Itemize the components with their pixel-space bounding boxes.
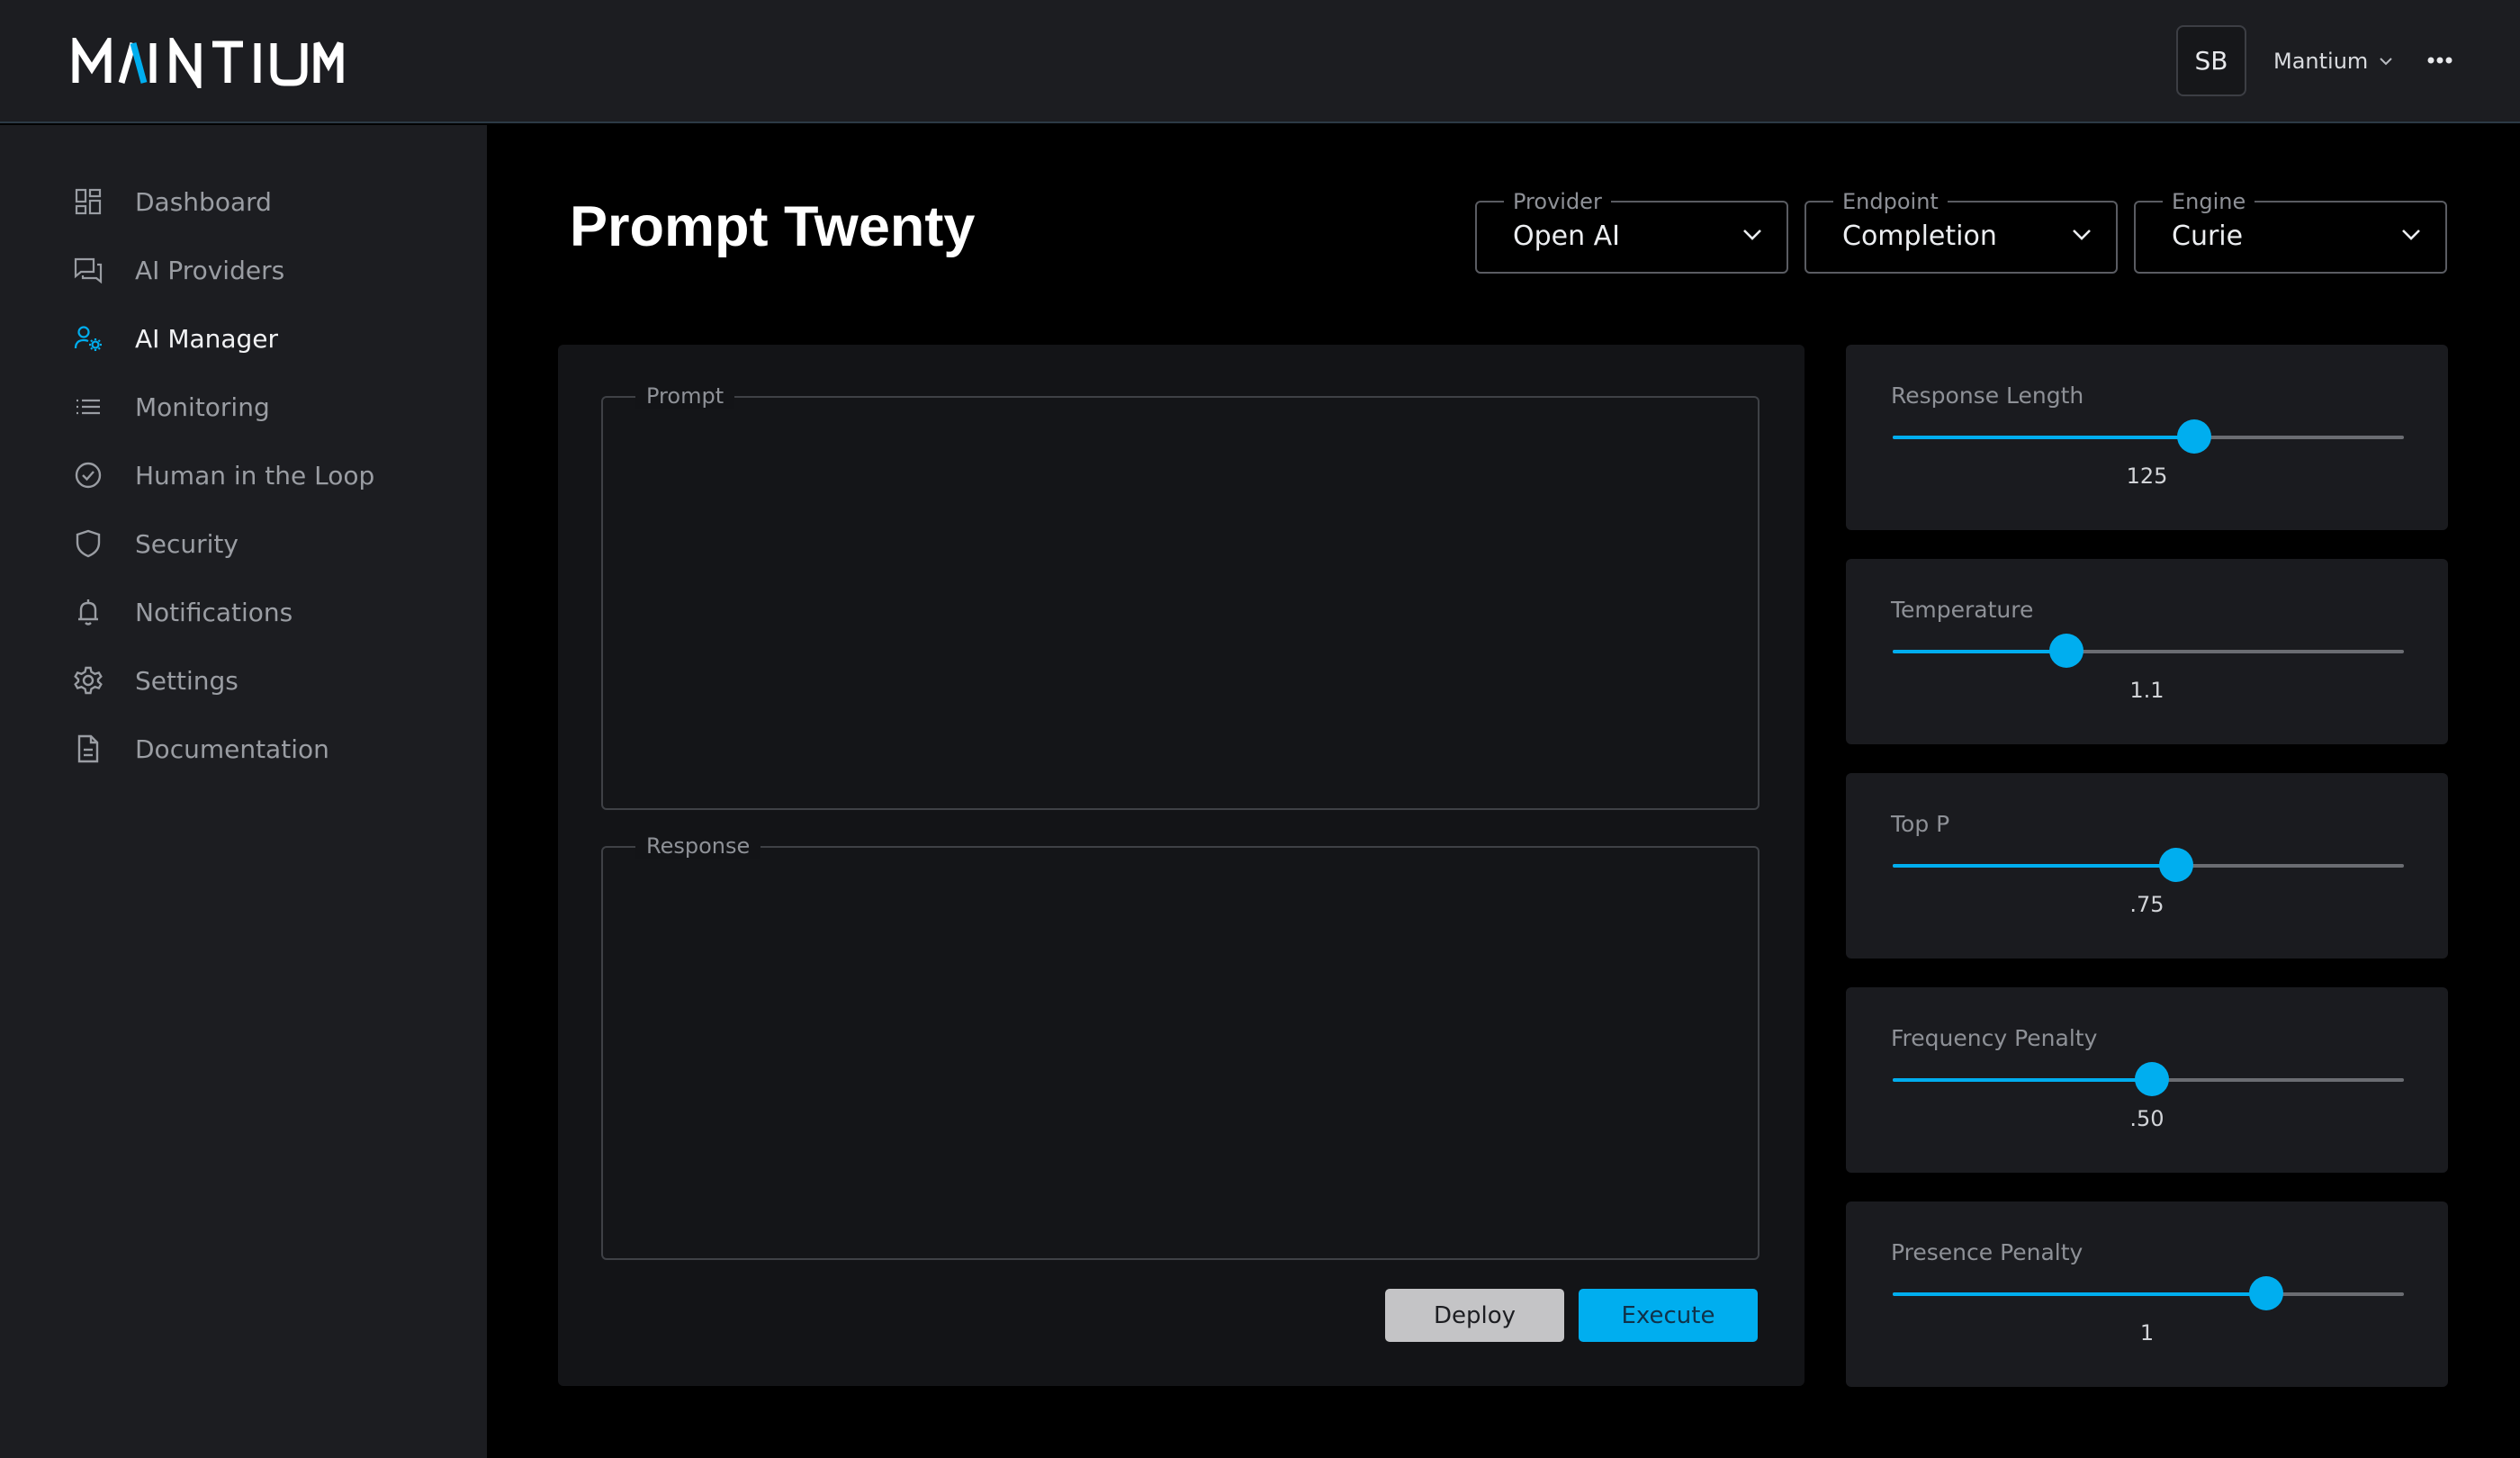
chevron-down-icon <box>2402 230 2420 240</box>
engine-select-value: Curie <box>2172 220 2244 252</box>
frequency-penalty-slider[interactable] <box>1893 1062 2404 1096</box>
sidebar-item-label: Documentation <box>135 734 329 764</box>
page-title: Prompt Twenty <box>570 195 976 258</box>
more-options-button[interactable] <box>2425 45 2455 76</box>
sidebar-item-documentation[interactable]: Documentation <box>72 726 468 771</box>
slider-fill <box>1893 436 2195 439</box>
presence-penalty-slider[interactable] <box>1893 1276 2404 1310</box>
top-p-slider[interactable] <box>1893 848 2404 882</box>
temperature-label: Temperature <box>1891 597 2034 623</box>
sidebar-item-notifications[interactable]: Notifications <box>72 590 468 634</box>
gear-icon <box>72 664 104 697</box>
sidebar-item-security[interactable]: Security <box>72 521 468 566</box>
frequency-penalty-label: Frequency Penalty <box>1891 1025 2098 1051</box>
prompt-input[interactable] <box>621 425 1742 794</box>
engine-select-label: Engine <box>2163 189 2255 214</box>
endpoint-select[interactable]: Endpoint Completion <box>1804 189 2118 274</box>
engine-select[interactable]: Engine Curie <box>2134 189 2447 274</box>
provider-select-value: Open AI <box>1513 220 1621 252</box>
provider-select-label: Provider <box>1504 189 1611 214</box>
slider-thumb[interactable] <box>2134 1062 2169 1096</box>
temperature-slider[interactable] <box>1893 634 2404 668</box>
chevron-down-icon <box>1743 230 1761 240</box>
response-field: Response <box>601 833 1760 1260</box>
mantium-logo[interactable] <box>72 38 346 88</box>
editor-panel: Prompt Response Deploy Execute <box>558 345 1804 1386</box>
endpoint-select-label: Endpoint <box>1833 189 1948 214</box>
slider-thumb[interactable] <box>2177 419 2212 454</box>
top-bar: SB Mantium <box>0 0 2520 123</box>
execute-button[interactable]: Execute <box>1579 1289 1758 1342</box>
user-avatar[interactable]: SB <box>2176 25 2246 96</box>
prompt-field-label: Prompt <box>635 383 735 409</box>
sidebar-item-settings[interactable]: Settings <box>72 658 468 703</box>
sidebar-item-label: AI Providers <box>135 255 285 285</box>
response-length-label: Response Length <box>1891 382 2084 409</box>
sidebar-item-ai-providers[interactable]: AI Providers <box>72 248 468 292</box>
top-p-card: Top P .75 <box>1846 773 2448 958</box>
chevron-down-icon <box>2380 58 2393 66</box>
bell-icon <box>72 596 104 628</box>
user-gear-icon <box>72 322 104 355</box>
sidebar-item-label: Security <box>135 528 238 559</box>
response-field-label: Response <box>635 833 761 859</box>
temperature-card: Temperature 1.1 <box>1846 559 2448 744</box>
shield-icon <box>72 527 104 560</box>
slider-fill <box>1893 1078 2152 1082</box>
sidebar-item-label: Human in the Loop <box>135 460 375 490</box>
sidebar-item-dashboard[interactable]: Dashboard <box>72 179 468 224</box>
chevron-down-icon <box>2073 230 2091 240</box>
slider-fill <box>1893 864 2177 868</box>
sidebar-item-monitoring[interactable]: Monitoring <box>72 384 468 429</box>
sidebar-item-ai-manager[interactable]: AI Manager <box>72 316 468 361</box>
presence-penalty-value: 1 <box>2139 1320 2155 1346</box>
presence-penalty-card: Presence Penalty 1 <box>1846 1202 2448 1387</box>
sidebar-item-label: Dashboard <box>135 186 272 217</box>
frequency-penalty-card: Frequency Penalty .50 <box>1846 987 2448 1173</box>
sidebar-item-label: AI Manager <box>135 323 279 354</box>
slider-fill <box>1893 1292 2266 1296</box>
presence-penalty-label: Presence Penalty <box>1891 1239 2084 1265</box>
slider-thumb[interactable] <box>2248 1276 2283 1310</box>
slider-thumb[interactable] <box>2049 634 2084 668</box>
slider-fill <box>1893 650 2067 653</box>
org-switcher[interactable]: Mantium <box>2273 43 2393 79</box>
provider-select[interactable]: Provider Open AI <box>1475 189 1788 274</box>
sidebar-item-human-in-the-loop[interactable]: Human in the Loop <box>72 453 468 498</box>
response-length-value: 125 <box>2126 464 2168 489</box>
check-circle-icon <box>72 459 104 491</box>
org-name: Mantium <box>2273 49 2369 74</box>
response-length-card: Response Length 125 <box>1846 345 2448 530</box>
sidebar-item-label: Settings <box>135 665 238 696</box>
document-icon <box>72 733 104 765</box>
prompt-field: Prompt <box>601 383 1760 810</box>
deploy-button[interactable]: Deploy <box>1385 1289 1564 1342</box>
frequency-penalty-value: .50 <box>2129 1106 2164 1131</box>
top-p-label: Top P <box>1891 811 1950 837</box>
response-output[interactable] <box>621 875 1742 1244</box>
sidebar: Dashboard AI Providers AI Manager Monito… <box>0 125 487 1458</box>
slider-thumb[interactable] <box>2159 848 2194 882</box>
sidebar-item-label: Notifications <box>135 597 293 627</box>
top-p-value: .75 <box>2129 892 2164 917</box>
response-length-slider[interactable] <box>1893 419 2404 454</box>
list-icon <box>72 391 104 423</box>
temperature-value: 1.1 <box>2129 678 2164 703</box>
more-horizontal-icon <box>2427 57 2452 64</box>
endpoint-select-value: Completion <box>1842 220 1997 252</box>
dashboard-icon <box>72 185 104 218</box>
sidebar-item-label: Monitoring <box>135 392 270 422</box>
chat-icon <box>72 254 104 286</box>
